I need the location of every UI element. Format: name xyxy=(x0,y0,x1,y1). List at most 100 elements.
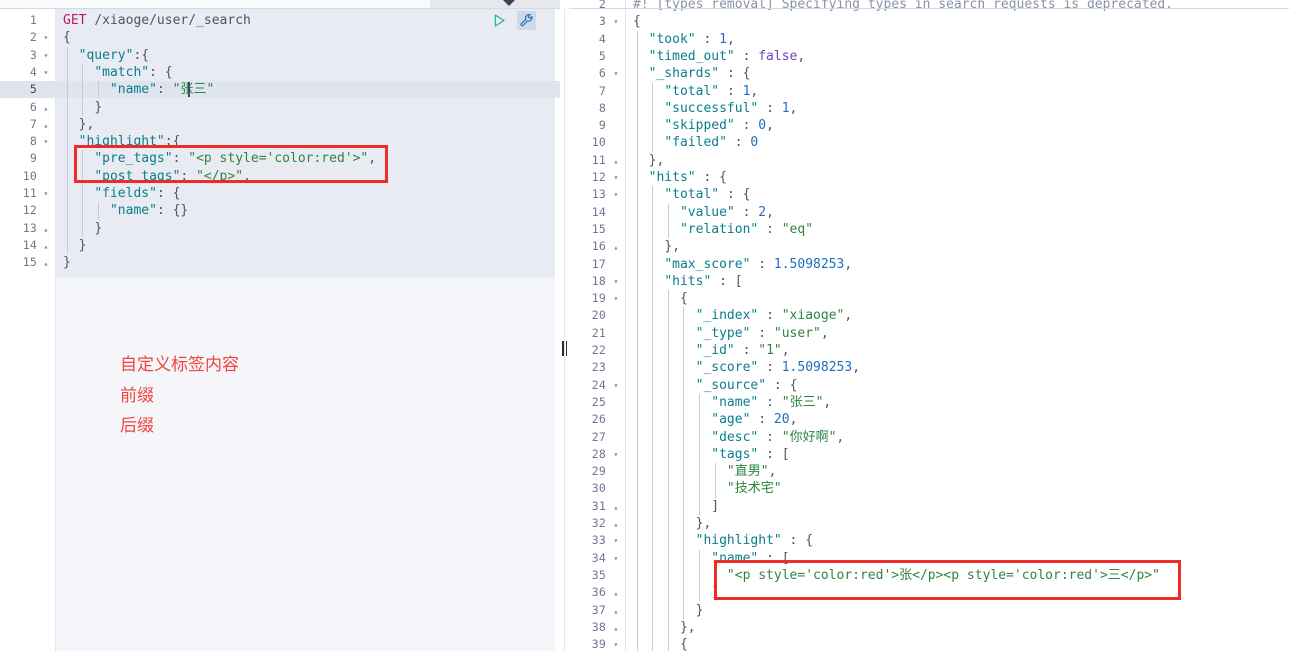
code-line[interactable]: "_source" : { xyxy=(625,377,798,394)
fold-down-icon[interactable]: ▾ xyxy=(611,13,621,30)
code-line[interactable]: { xyxy=(55,29,71,46)
code-line[interactable]: } xyxy=(55,99,102,116)
fold-down-icon[interactable]: ▾ xyxy=(41,29,51,46)
code-line[interactable]: { xyxy=(625,636,688,651)
code-line[interactable]: "total" : { xyxy=(625,186,750,203)
line-number: 32 ▴ xyxy=(569,515,625,532)
code-line[interactable]: } xyxy=(55,220,102,237)
code-line[interactable]: "pre_tags": "<p style='color:red'>", xyxy=(55,150,376,167)
code-line[interactable]: "name": {} xyxy=(55,202,188,219)
code-line[interactable]: "_type" : "user", xyxy=(625,325,829,342)
request-code[interactable]: GET /xiaoge/user/_search{ "query":{ "mat… xyxy=(55,0,560,651)
code-line[interactable]: #! [types removal] Specifying types in s… xyxy=(625,0,1173,13)
code-line[interactable]: { xyxy=(625,290,688,307)
scroll-down-caret-icon[interactable] xyxy=(503,0,515,6)
code-line[interactable]: "_index" : "xiaoge", xyxy=(625,307,853,324)
code-line[interactable]: ] xyxy=(625,498,719,515)
play-triangle-icon[interactable] xyxy=(490,11,509,30)
code-line[interactable]: } xyxy=(55,254,71,271)
fold-up-icon[interactable]: ▴ xyxy=(611,619,621,636)
code-line[interactable]: "hits" : [ xyxy=(625,273,742,290)
code-line[interactable]: "took" : 1, xyxy=(625,31,735,48)
code-line[interactable]: "highlight":{ xyxy=(55,133,181,150)
fold-down-icon[interactable]: ▾ xyxy=(41,47,51,64)
fold-down-icon[interactable]: ▾ xyxy=(611,377,621,394)
code-line[interactable]: }, xyxy=(625,152,665,169)
fold-down-icon[interactable]: ▾ xyxy=(611,550,621,567)
code-line[interactable]: "hits" : { xyxy=(625,169,727,186)
code-line[interactable]: "query":{ xyxy=(55,47,149,64)
code-line[interactable]: "failed" : 0 xyxy=(625,134,758,151)
pane-divider[interactable] xyxy=(560,0,569,651)
fold-down-icon[interactable]: ▾ xyxy=(611,169,621,186)
code-line[interactable]: "直男", xyxy=(625,463,777,480)
code-line[interactable]: "name" : "张三", xyxy=(625,394,831,411)
code-line[interactable]: "fields": { xyxy=(55,185,180,202)
code-line[interactable]: "post_tags": "</p>", xyxy=(55,168,251,185)
fold-up-icon[interactable]: ▴ xyxy=(611,602,621,619)
code-line[interactable]: "timed_out" : false, xyxy=(625,48,806,65)
line-number-label: 26 xyxy=(591,412,606,427)
code-line[interactable]: "max_score" : 1.5098253, xyxy=(625,256,852,273)
line-number-label: 11 xyxy=(591,152,606,167)
line-number: 13 ▾ xyxy=(569,186,625,203)
code-line[interactable]: "name": "张三" xyxy=(55,81,560,99)
line-number: 4 xyxy=(569,31,625,48)
code-line[interactable]: "_shards" : { xyxy=(625,65,751,82)
fold-down-icon[interactable]: ▾ xyxy=(611,65,621,82)
fold-up-icon[interactable]: ▴ xyxy=(41,99,51,116)
fold-up-icon[interactable]: ▴ xyxy=(611,498,621,515)
code-line[interactable]: }, xyxy=(55,116,95,133)
code-line[interactable]: } xyxy=(55,237,87,254)
editor-actions[interactable] xyxy=(490,11,536,30)
fold-up-icon[interactable]: ▴ xyxy=(611,515,621,532)
code-line[interactable]: "_id" : "1", xyxy=(625,342,790,359)
fold-up-icon[interactable]: ▴ xyxy=(41,254,51,271)
fold-down-icon[interactable]: ▾ xyxy=(611,636,621,651)
code-line[interactable]: }, xyxy=(625,619,696,636)
code-line[interactable]: "relation" : "eq" xyxy=(625,221,813,238)
line-number-label: 27 xyxy=(591,429,606,444)
fold-down-icon[interactable]: ▾ xyxy=(611,273,621,290)
code-line[interactable]: "技术宅" xyxy=(625,480,782,497)
request-pane[interactable]: 1 2 ▾ 3 ▾ 4 ▾ 5 6 ▴ 7 ▴ 8 ▾ 9 10 11 ▾ 12 13 ▴ 14 ▴ 15 ▴ GET /xia… xyxy=(0,0,560,651)
fold-down-icon[interactable]: ▾ xyxy=(41,185,51,202)
response-pane[interactable]: 2 3 ▾ 4 5 6 ▾ 7 8 9 10 11 ▴ 12 ▾ 13 ▾ 14 15 16 ▴ 17 18 ▾ 19 ▾ 20 21… xyxy=(569,0,1289,651)
fold-down-icon[interactable]: ▾ xyxy=(41,64,51,81)
code-line[interactable]: "match": { xyxy=(55,64,172,81)
fold-down-icon[interactable]: ▾ xyxy=(611,446,621,463)
fold-up-icon[interactable]: ▴ xyxy=(41,237,51,254)
code-line[interactable]: "tags" : [ xyxy=(625,446,789,463)
line-number-label: 16 xyxy=(591,239,606,254)
fold-up-icon[interactable]: ▴ xyxy=(611,584,621,601)
line-number-label: 17 xyxy=(591,256,606,271)
code-line[interactable]: "_score" : 1.5098253, xyxy=(625,359,860,376)
code-line[interactable]: "age" : 20, xyxy=(625,411,797,428)
code-line[interactable]: "highlight" : { xyxy=(625,532,813,549)
fold-down-icon[interactable]: ▾ xyxy=(611,290,621,307)
line-number-label: 19 xyxy=(591,291,606,306)
wrench-icon[interactable] xyxy=(517,11,536,30)
response-code[interactable]: #! [types removal] Specifying types in s… xyxy=(625,0,1289,651)
fold-down-icon[interactable]: ▾ xyxy=(611,532,621,549)
fold-up-icon[interactable]: ▴ xyxy=(41,116,51,133)
code-line[interactable]: "skipped" : 0, xyxy=(625,117,774,134)
code-line[interactable]: "successful" : 1, xyxy=(625,100,797,117)
code-line[interactable]: "desc" : "你好啊", xyxy=(625,429,844,446)
line-number: 3 ▾ xyxy=(569,13,625,30)
fold-down-icon[interactable]: ▾ xyxy=(611,186,621,203)
code-line[interactable]: "value" : 2, xyxy=(625,204,774,221)
divider-drag-handle[interactable] xyxy=(561,341,568,356)
code-line[interactable]: GET /xiaoge/user/_search xyxy=(55,12,251,29)
fold-up-icon[interactable]: ▴ xyxy=(611,238,621,255)
indent-guide xyxy=(637,30,638,651)
code-line[interactable]: "<p style='color:red'>张</p><p style='col… xyxy=(625,567,1160,584)
code-line[interactable]: "name" : [ xyxy=(625,550,789,567)
line-number-label: 5 xyxy=(598,48,606,63)
code-line[interactable]: "total" : 1, xyxy=(625,83,758,100)
fold-down-icon[interactable]: ▾ xyxy=(41,133,51,150)
code-line[interactable]: { xyxy=(625,13,641,30)
code-line[interactable]: ] xyxy=(625,584,719,601)
fold-up-icon[interactable]: ▴ xyxy=(611,152,621,169)
fold-up-icon[interactable]: ▴ xyxy=(41,220,51,237)
